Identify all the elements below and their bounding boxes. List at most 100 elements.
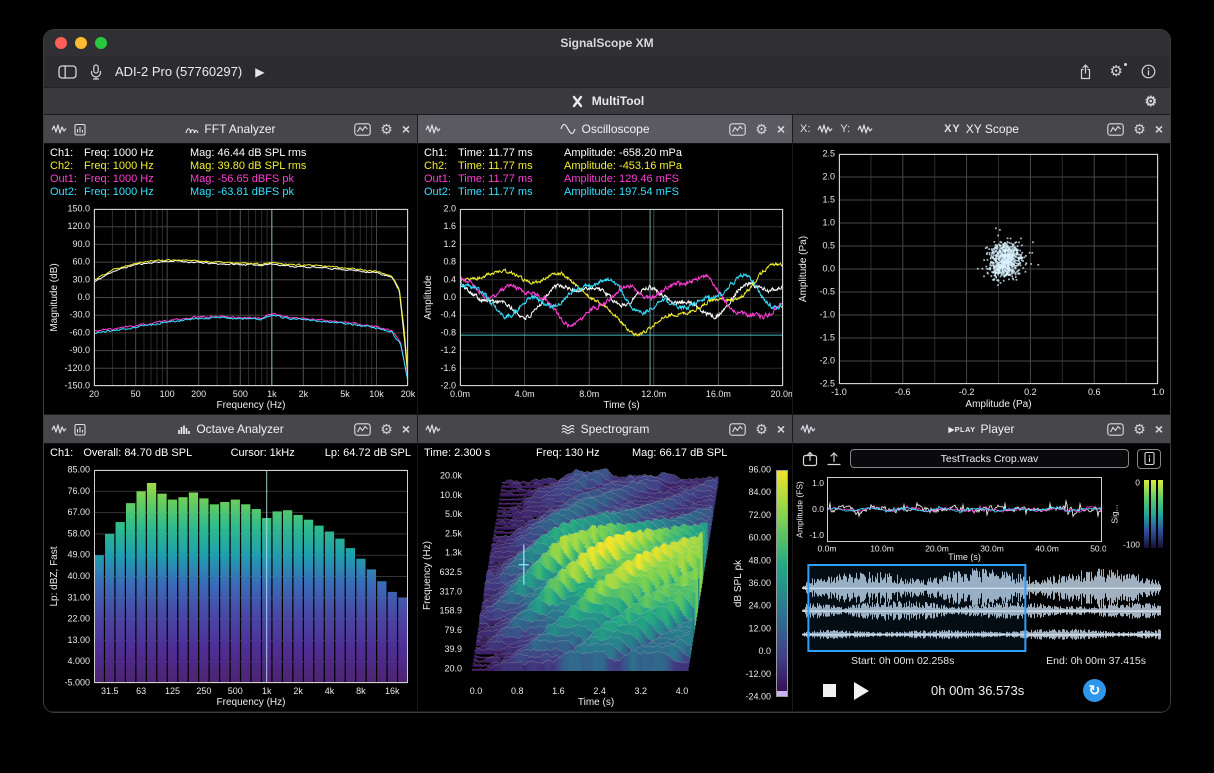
microphone-icon[interactable] <box>90 64 102 80</box>
octave-chart-area <box>44 462 417 711</box>
signal-meter-container <box>1106 472 1170 564</box>
live-signal-icon[interactable] <box>425 423 441 435</box>
advanced-settings-gear-icon[interactable]: ⚙ <box>1110 64 1123 79</box>
fft-plot[interactable] <box>44 201 417 414</box>
stored-signal-icon[interactable] <box>74 423 86 436</box>
xy-x-label: X: <box>800 123 810 135</box>
octave-panel-header: Octave Analyzer ⚙ × <box>44 415 417 444</box>
live-signal-icon[interactable] <box>51 423 67 435</box>
spectrogram-header-actions: ⚙ × <box>729 422 785 436</box>
scope-readout-out1: Out1:Time: 11.77 msAmplitude: 129.46 mFS <box>424 173 786 186</box>
selection-end-label: End: 0h 00m 37.415s <box>1046 655 1146 667</box>
chart-options-icon[interactable] <box>729 123 746 136</box>
octave-settings-button[interactable]: ⚙ <box>380 422 393 436</box>
octave-readouts: Ch1: Overall: 84.70 dB SPL Cursor: 1kHz … <box>44 444 417 462</box>
file-info-icon <box>1143 451 1156 466</box>
sparkle-icon <box>1124 63 1127 66</box>
multitool-settings-button[interactable]: ⚙ <box>1144 94 1157 108</box>
chart-options-icon[interactable] <box>729 423 746 436</box>
oscilloscope-close-button[interactable]: × <box>777 122 785 136</box>
xy-close-button[interactable]: × <box>1155 122 1163 136</box>
x-signal-icon[interactable] <box>817 123 833 135</box>
device-selector[interactable]: ADI-2 Pro (57760297) <box>115 64 242 79</box>
selection-start-label: Start: 0h 00m 02.258s <box>851 655 954 667</box>
signal-meter <box>1106 472 1170 564</box>
fft-close-button[interactable]: × <box>402 122 410 136</box>
player-header-actions: ⚙ × <box>1107 422 1163 436</box>
fft-settings-button[interactable]: ⚙ <box>380 122 393 136</box>
minimize-window-button[interactable] <box>75 37 87 49</box>
spectrogram-readouts: Time: 2.300 s Freq: 130 Hz Mag: 66.17 dB… <box>418 444 792 462</box>
xy-plot[interactable] <box>793 144 1170 414</box>
run-button[interactable]: ▶ <box>255 65 264 79</box>
oscilloscope-plot[interactable] <box>418 201 792 414</box>
oscilloscope-settings-button[interactable]: ⚙ <box>755 122 768 136</box>
fft-header-left <box>51 123 86 136</box>
sidebar-toggle-icon[interactable] <box>58 65 77 79</box>
app-window: SignalScope XM ADI-2 Pro (57760297) ▶ <box>44 30 1170 712</box>
player-close-button[interactable]: × <box>1155 422 1163 436</box>
player-overview-container <box>793 472 1106 564</box>
xy-icon: XY <box>944 123 961 135</box>
play-tag-icon: ▶PLAY <box>948 425 975 434</box>
fft-icon <box>185 124 199 134</box>
close-window-button[interactable] <box>55 37 67 49</box>
octave-close-button[interactable]: × <box>402 422 410 436</box>
player-waveform[interactable] <box>802 564 1161 652</box>
fft-readout-out1: Out1:Freq: 1000 HzMag: -56.65 dBFS pk <box>50 173 411 186</box>
octave-plot[interactable] <box>44 462 417 711</box>
oscilloscope-header-left <box>425 123 441 135</box>
octave-header-actions: ⚙ × <box>354 422 410 436</box>
xy-header-actions: ⚙ × <box>1107 122 1163 136</box>
play-button[interactable] <box>854 682 869 700</box>
titlebar: SignalScope XM <box>44 30 1170 56</box>
live-signal-icon[interactable] <box>800 423 816 435</box>
player-transport: 0h 00m 36.573s ↻ <box>793 670 1170 711</box>
bars-icon <box>177 424 191 435</box>
xy-settings-button[interactable]: ⚙ <box>1133 122 1146 136</box>
spectrogram-panel-title-text: Spectrogram <box>581 422 650 436</box>
selection-range-row: Start: 0h 00m 02.258s End: 0h 00m 37.415… <box>793 652 1170 670</box>
fft-header-actions: ⚙ × <box>354 122 410 136</box>
oscilloscope-header-actions: ⚙ × <box>729 122 785 136</box>
zoom-window-button[interactable] <box>95 37 107 49</box>
export-audio-icon[interactable] <box>802 451 818 467</box>
loop-icon: ↻ <box>1089 682 1101 699</box>
y-signal-icon[interactable] <box>857 123 873 135</box>
panel-oscilloscope: Oscilloscope ⚙ × Ch1:Time: 11.77 msAmpli… <box>418 115 793 415</box>
spectrogram-colorbar <box>728 462 792 711</box>
stop-button[interactable] <box>823 684 836 697</box>
waves-icon <box>561 424 576 435</box>
info-icon[interactable] <box>1141 64 1156 79</box>
spectrogram-settings-button[interactable]: ⚙ <box>755 422 768 436</box>
share-audio-icon[interactable] <box>826 451 842 467</box>
multitool-bar: MultiTool ⚙ <box>44 88 1170 115</box>
player-overview-plot[interactable] <box>793 472 1106 564</box>
live-signal-icon[interactable] <box>425 123 441 135</box>
panel-octave-analyzer: Octave Analyzer ⚙ × Ch1: Overall: 84.70 … <box>44 415 418 712</box>
player-panel-header: ▶PLAY Player ⚙ × <box>793 415 1170 444</box>
fft-panel-title-text: FFT Analyzer <box>204 122 275 136</box>
chart-options-icon[interactable] <box>1107 423 1124 436</box>
loop-button[interactable]: ↻ <box>1083 679 1106 702</box>
spectrogram-plot[interactable] <box>418 462 728 711</box>
panel-fft-analyzer: FFT Analyzer ⚙ × Ch1:Freq: 1000 HzMag: 4… <box>44 115 418 415</box>
chart-options-icon[interactable] <box>1107 123 1124 136</box>
oscilloscope-panel-title-text: Oscilloscope <box>581 122 649 136</box>
file-info-button[interactable] <box>1137 449 1161 469</box>
share-icon[interactable] <box>1079 64 1092 80</box>
player-settings-button[interactable]: ⚙ <box>1133 422 1146 436</box>
spectrogram-readout: Time: 2.300 s Freq: 130 Hz Mag: 66.17 dB… <box>424 447 786 460</box>
live-signal-icon[interactable] <box>51 123 67 135</box>
gear-glyph: ⚙ <box>1110 64 1123 79</box>
fft-readout-out2: Out2:Freq: 1000 HzMag: -63.81 dBFS pk <box>50 186 411 199</box>
playback-time: 0h 00m 36.573s <box>931 683 1024 698</box>
sine-icon <box>560 124 576 134</box>
audio-file-name[interactable]: TestTracks Crop.wav <box>850 449 1129 468</box>
window-title: SignalScope XM <box>44 36 1170 50</box>
stored-signal-icon[interactable] <box>74 123 86 136</box>
chart-options-icon[interactable] <box>354 123 371 136</box>
chart-options-icon[interactable] <box>354 423 371 436</box>
xy-panel-title-text: XY Scope <box>966 122 1019 136</box>
spectrogram-close-button[interactable]: × <box>777 422 785 436</box>
